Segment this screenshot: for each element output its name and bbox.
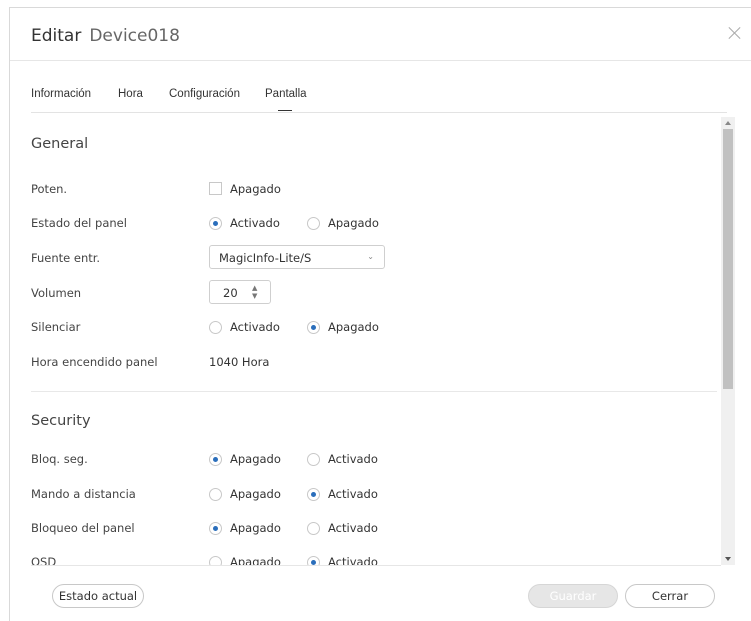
- radio-label: Apagado: [230, 487, 281, 501]
- power-label: Poten.: [31, 182, 68, 196]
- close-button[interactable]: Cerrar: [625, 584, 715, 608]
- volume-stepper[interactable]: 20 ▲ ▼: [209, 280, 271, 304]
- edit-device-dialog: Editar Device018 Información Hora Configu…: [9, 7, 751, 621]
- radio-label: Apagado: [230, 521, 281, 535]
- scrollbar-thumb[interactable]: [723, 129, 733, 389]
- row-remote-control: Mando a distancia Apagado Activado: [31, 485, 711, 505]
- radio-unselected[interactable]: [307, 522, 320, 535]
- chevron-down-icon[interactable]: ▼: [252, 293, 257, 300]
- radio-selected[interactable]: [307, 321, 320, 334]
- scroll-up-icon[interactable]: [725, 121, 731, 125]
- section-title-general: General: [31, 136, 89, 152]
- tab-informacion[interactable]: Información: [31, 88, 91, 100]
- volume-label: Volumen: [31, 286, 82, 300]
- radio-selected[interactable]: [307, 488, 320, 501]
- dialog-title: Editar Device018: [31, 26, 180, 46]
- panel-on-time-label: Hora encendido panel: [31, 355, 158, 369]
- content-scrollbar[interactable]: [721, 117, 735, 565]
- radio-label: Activado: [328, 487, 378, 501]
- radio-selected[interactable]: [209, 453, 222, 466]
- volume-value: 20: [223, 286, 238, 300]
- device-name: Device018: [89, 26, 180, 46]
- remote-control-label: Mando a distancia: [31, 487, 136, 501]
- radio-unselected[interactable]: [307, 217, 320, 230]
- input-source-select[interactable]: MagicInfo-Lite/S ⌄: [209, 245, 385, 269]
- row-panel-state: Estado del panel Activado Apagado: [31, 214, 711, 234]
- radio-label: Activado: [328, 452, 378, 466]
- mute-label: Silenciar: [31, 320, 81, 334]
- radio-selected[interactable]: [209, 522, 222, 535]
- close-icon[interactable]: [728, 26, 742, 40]
- section-divider: [31, 391, 717, 392]
- radio-unselected[interactable]: [307, 453, 320, 466]
- chevron-down-icon: ⌄: [367, 252, 374, 261]
- row-input-source: Fuente entr. MagicInfo-Lite/S ⌄: [31, 245, 711, 269]
- tab-divider: [31, 112, 727, 113]
- tab-pantalla[interactable]: Pantalla: [265, 88, 307, 111]
- row-mute: Silenciar Activado Apagado: [31, 318, 711, 338]
- row-power: Poten. Apagado: [31, 180, 711, 200]
- radio-unselected[interactable]: [209, 488, 222, 501]
- dialog-title-text: Editar: [31, 26, 82, 46]
- row-panel-on-time: Hora encendido panel 1040 Hora: [31, 353, 711, 373]
- panel-lock-label: Bloqueo del panel: [31, 521, 135, 535]
- radio-label: Apagado: [328, 216, 379, 230]
- panel-state-label: Estado del panel: [31, 216, 127, 230]
- current-state-button[interactable]: Estado actual: [52, 584, 144, 608]
- input-source-value: MagicInfo-Lite/S: [219, 251, 312, 265]
- footer-divider: [31, 565, 721, 566]
- save-button[interactable]: Guardar: [528, 584, 618, 608]
- radio-label: Activado: [230, 216, 280, 230]
- radio-label: Activado: [328, 521, 378, 535]
- checkbox-box[interactable]: [209, 182, 222, 195]
- chevron-up-icon[interactable]: ▲: [252, 285, 257, 292]
- tab-hora[interactable]: Hora: [118, 88, 143, 100]
- tab-configuracion[interactable]: Configuración: [169, 88, 240, 100]
- input-source-label: Fuente entr.: [31, 251, 101, 265]
- row-volume: Volumen 20 ▲ ▼: [31, 280, 711, 304]
- radio-selected[interactable]: [209, 217, 222, 230]
- scroll-down-icon[interactable]: [725, 557, 731, 561]
- radio-unselected[interactable]: [209, 321, 222, 334]
- row-safety-lock: Bloq. seg. Apagado Activado: [31, 450, 711, 470]
- panel-on-time-value: 1040 Hora: [209, 355, 270, 369]
- dialog-header: Editar Device018: [10, 8, 751, 61]
- radio-label: Apagado: [328, 320, 379, 334]
- row-panel-lock: Bloqueo del panel Apagado Activado: [31, 519, 711, 539]
- safety-lock-label: Bloq. seg.: [31, 452, 88, 466]
- power-checkbox-label: Apagado: [230, 182, 281, 196]
- radio-label: Apagado: [230, 452, 281, 466]
- settings-content: General Poten. Apagado Estado del panel …: [10, 114, 751, 566]
- section-title-security: Security: [31, 413, 91, 429]
- radio-label: Activado: [230, 320, 280, 334]
